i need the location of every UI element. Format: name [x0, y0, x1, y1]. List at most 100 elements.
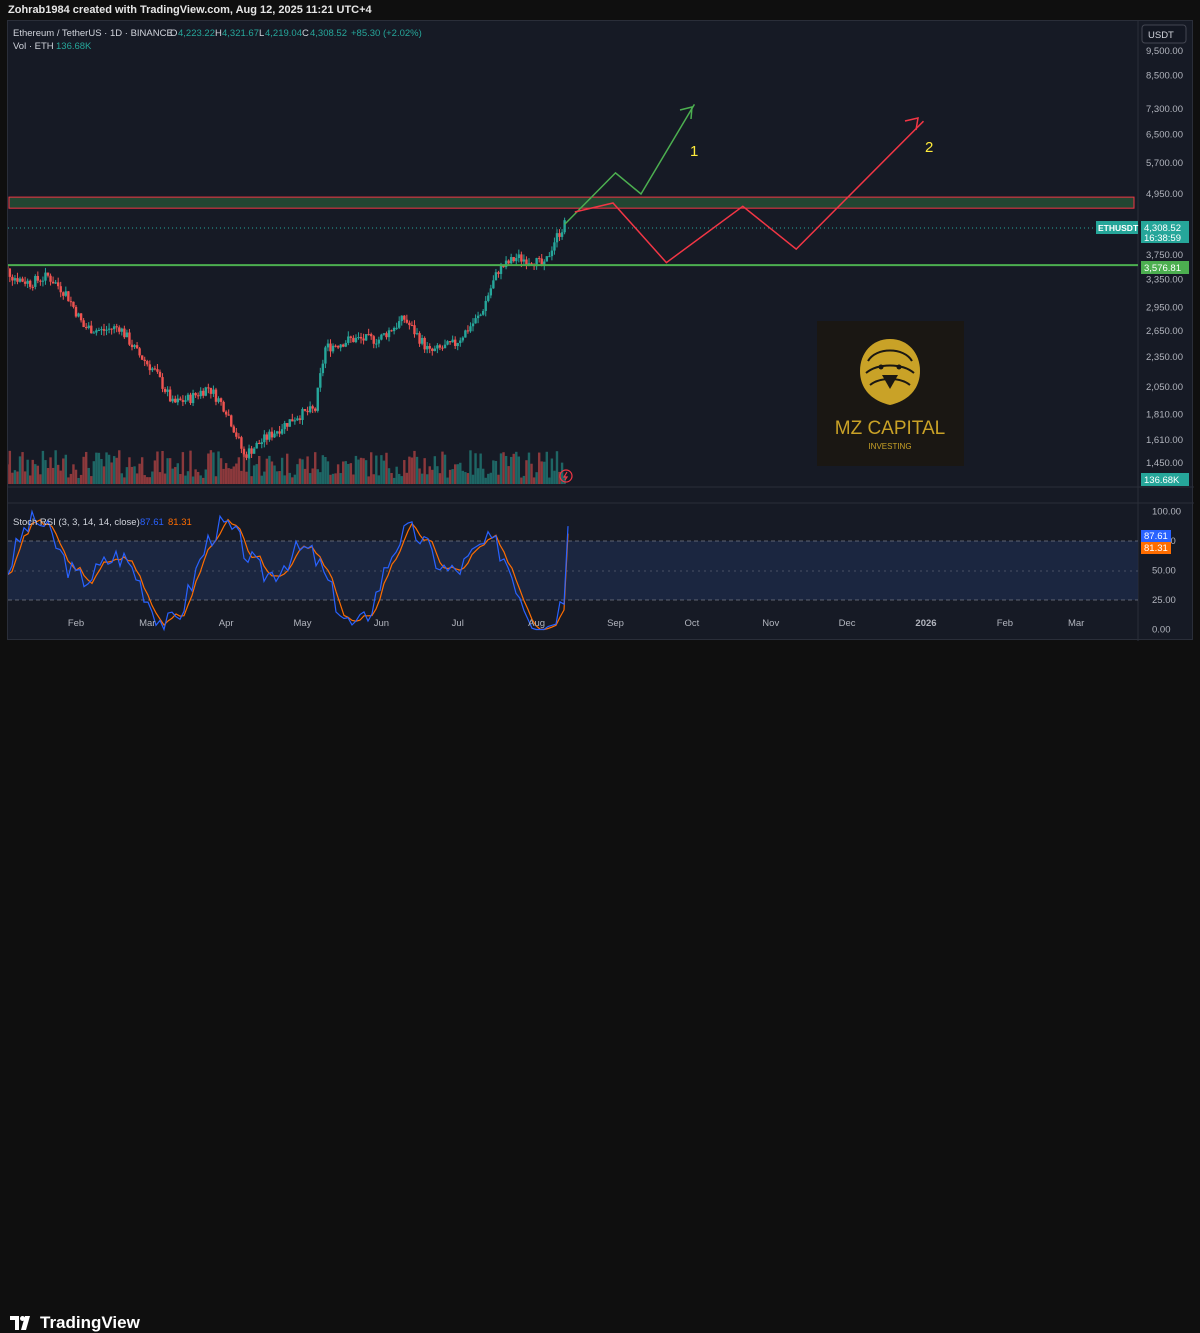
candle-body [416, 333, 418, 334]
chart-area[interactable]: 1 2 MZ CAPITAL INVESTING [7, 20, 1193, 640]
candle-body [418, 333, 420, 344]
price-axis[interactable]: 9,500.008,500.007,300.006,500.005,700.00… [1146, 46, 1183, 469]
volume-bar [380, 455, 382, 484]
resistance-zone[interactable] [9, 197, 1134, 208]
volume-bar [245, 472, 247, 484]
candle-body [26, 281, 28, 284]
time-axis[interactable]: FebMarAprMayJunJulAugSepOctNovDec2026Feb… [68, 618, 1085, 629]
volume-bar [311, 468, 313, 484]
candle-body [291, 419, 293, 421]
volume-bar [472, 475, 474, 484]
currency-label: USDT [1148, 30, 1174, 41]
volume-bar [16, 471, 18, 484]
candle-body [268, 432, 270, 440]
volume-bar [446, 478, 448, 484]
candle-body [469, 326, 471, 331]
price-badge-countdown: 16:38:59 [1144, 233, 1181, 244]
candle-body [390, 330, 392, 331]
time-tick-label: May [294, 618, 312, 629]
candle-body [345, 343, 347, 347]
stoch-axis[interactable]: 100.0075.0050.0025.000.00 [1152, 507, 1181, 636]
volume-bar [95, 453, 97, 484]
candle-body [367, 334, 369, 335]
stoch-band [8, 541, 1138, 600]
volume-bar [528, 453, 530, 484]
candle-body [100, 329, 102, 330]
price-badge: 4,308.52 16:38:59 [1141, 221, 1189, 244]
candle-body [225, 412, 227, 415]
volume-bar [464, 472, 466, 484]
volume-bar [54, 450, 56, 484]
candle-body [80, 313, 82, 320]
support-badge: 3,576.81 [1141, 261, 1189, 274]
volume-bar [263, 472, 265, 484]
projection-path-2[interactable] [575, 121, 924, 262]
annotation-1: 1 [690, 143, 698, 160]
currency-button[interactable]: USDT [1142, 25, 1186, 43]
price-tick-label: 4,950.00 [1146, 189, 1183, 200]
ohlc-o: 4,223.22 [178, 28, 215, 39]
candle-body [515, 258, 517, 261]
candle-body [317, 388, 319, 411]
candle-body [271, 432, 273, 438]
volume-bar [174, 467, 176, 484]
symbol-name[interactable]: Ethereum / TetherUS · 1D · BINANCE [13, 28, 173, 39]
tradingview-logo[interactable]: TradingView [10, 1313, 140, 1333]
volume-bar [334, 473, 336, 484]
candle-body [426, 346, 428, 349]
volume-bar [172, 469, 174, 484]
candle-body [19, 279, 21, 282]
candle-body [182, 400, 184, 402]
candle-body [398, 321, 400, 328]
volume-bar [266, 459, 268, 484]
volume-bar [233, 466, 235, 484]
volume-bar [492, 460, 494, 484]
candle-body [136, 345, 138, 348]
ohlc-c: 4,308.52 [310, 28, 347, 39]
volume-bar [255, 464, 257, 484]
price-tick-label: 2,350.00 [1146, 352, 1183, 363]
candle-body [11, 277, 13, 281]
candle-body [118, 327, 120, 331]
candle-body [194, 393, 196, 395]
volume-bar [431, 470, 433, 484]
volume-bar [34, 464, 36, 484]
volume-bar [227, 468, 229, 484]
chart-svg[interactable]: 1 2 MZ CAPITAL INVESTING [8, 21, 1194, 641]
price-tick-label: 2,650.00 [1146, 326, 1183, 337]
candle-body [166, 390, 168, 392]
stoch-d-value: 81.31 [168, 517, 192, 528]
volume-bar [286, 454, 288, 484]
volume-bar [467, 473, 469, 484]
candle-body [467, 330, 469, 331]
candle-body [133, 345, 135, 347]
volume-bar [248, 458, 250, 484]
volume-bar [378, 475, 380, 484]
time-tick-label: Dec [839, 618, 856, 629]
candle-body [227, 415, 229, 416]
time-tick-label: Mar [139, 618, 155, 629]
volume-bar [49, 457, 51, 484]
volume-bar [296, 464, 298, 484]
volume-bar [546, 452, 548, 484]
volume-bar [426, 474, 428, 484]
candle-body [457, 343, 459, 346]
volume-bar [194, 469, 196, 484]
candle-body [507, 261, 509, 264]
candle-body [429, 346, 431, 349]
stoch-label[interactable]: Stoch RSI (3, 3, 14, 14, close) [13, 517, 140, 528]
candle-body [172, 399, 174, 402]
volume-bar [210, 450, 212, 484]
candle-body [378, 340, 380, 344]
candle-body [464, 330, 466, 337]
candle-body [245, 454, 247, 458]
candle-body [334, 346, 336, 347]
volume-bar [88, 468, 90, 484]
price-tick-label: 2,050.00 [1146, 382, 1183, 393]
candle-body [146, 361, 148, 364]
volume-bar [283, 475, 285, 484]
candle-body [446, 341, 448, 344]
volume-bar [197, 472, 199, 484]
candle-body [370, 334, 372, 336]
volume-bar [154, 460, 156, 484]
